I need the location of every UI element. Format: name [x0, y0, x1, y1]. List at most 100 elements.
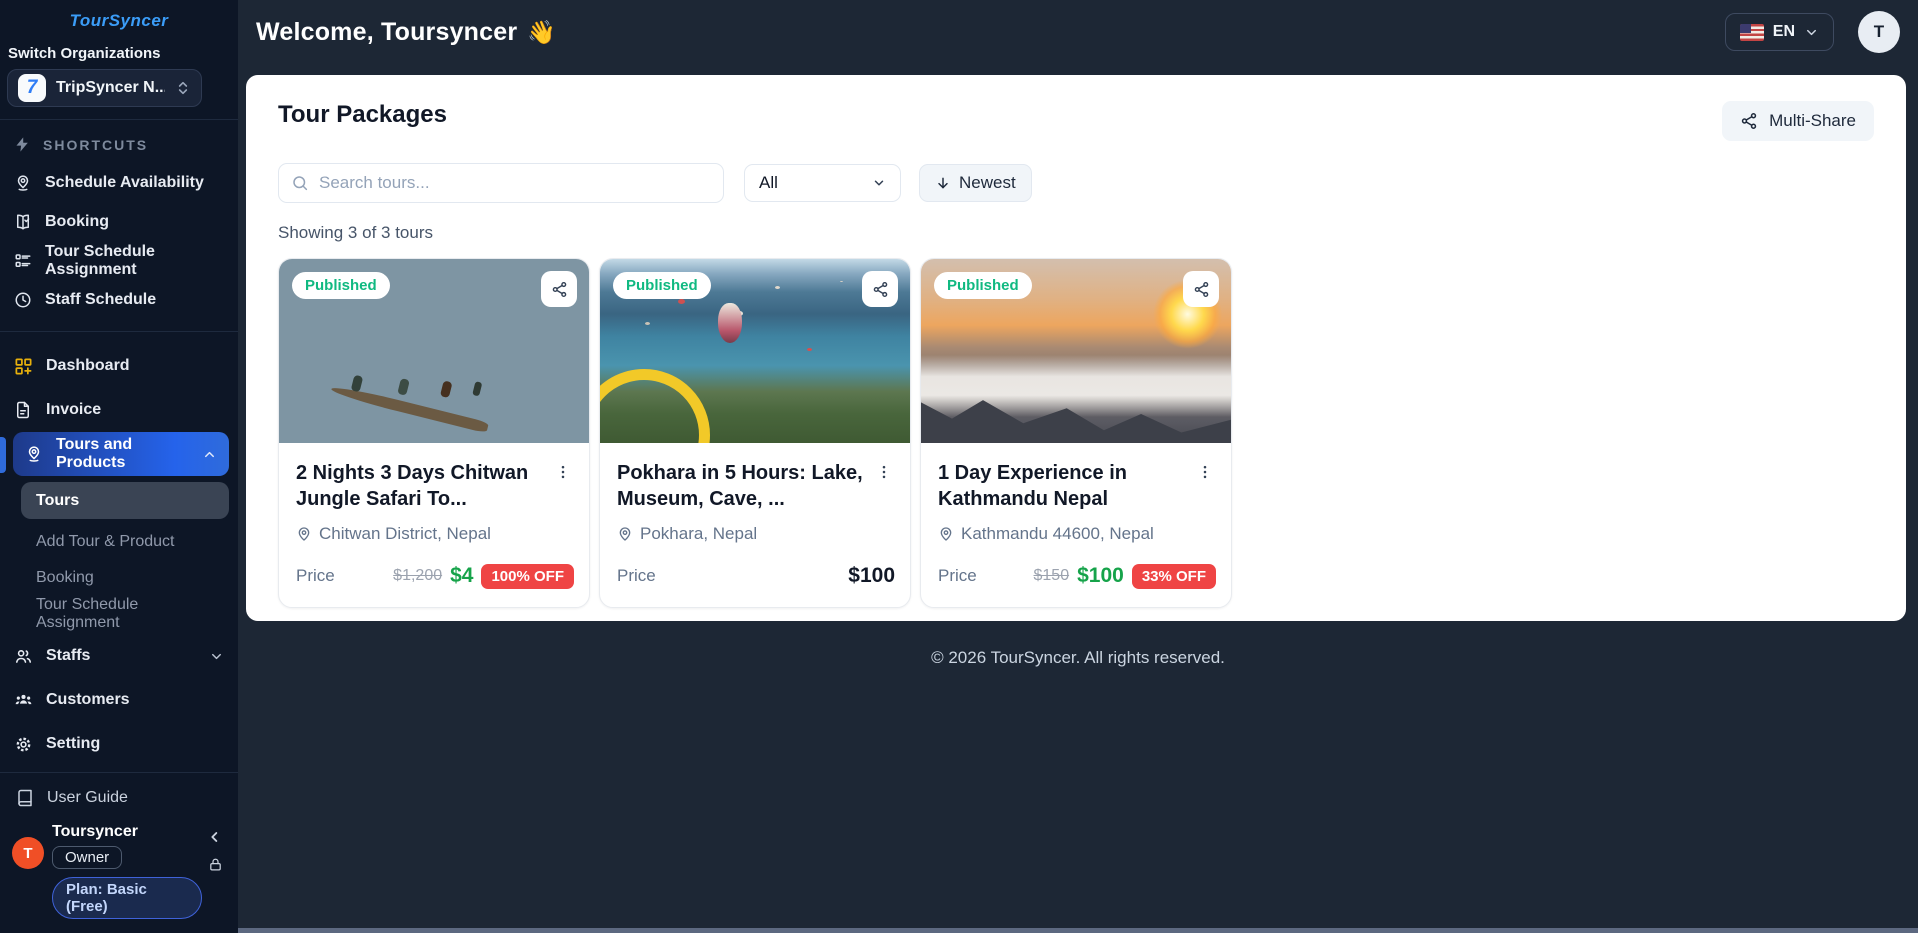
copyright-text: © 2026 TourSyncer. All rights reserved. [238, 648, 1918, 668]
price-label: Price [938, 566, 977, 586]
paraglider-shape [718, 303, 742, 343]
status-badge: Published [613, 272, 711, 299]
plan-badge: Plan: Basic (Free) [52, 877, 202, 919]
sidebar-subitem-booking[interactable]: Booking [21, 561, 229, 594]
tour-title: Pokhara in 5 Hours: Lake, Museum, Cave, … [617, 460, 865, 513]
book-icon [16, 789, 34, 807]
active-nav-indicator [0, 437, 6, 473]
clock-icon [14, 291, 32, 309]
sidebar-subitem-tour-schedule-assignment[interactable]: Tour Schedule Assignment [21, 597, 229, 630]
card-menu-button[interactable] [552, 460, 574, 484]
book-check-icon [14, 213, 32, 231]
tour-location: Chitwan District, Nepal [319, 524, 491, 544]
discount-badge: 100% OFF [481, 564, 574, 589]
language-selector[interactable]: EN [1725, 13, 1834, 51]
arrow-down-icon [935, 175, 951, 191]
sidebar-item-staffs[interactable]: Staffs [0, 634, 238, 678]
search-box [278, 163, 724, 203]
users-icon [14, 647, 33, 666]
lightning-icon [14, 136, 31, 153]
dashboard-grid-icon [14, 357, 33, 376]
profile-card: T Toursyncer Owner Plan: Basic (Free) [10, 821, 228, 919]
users-group-icon [14, 691, 33, 710]
profile-avatar: T [12, 837, 44, 869]
canoe-shape [330, 383, 489, 433]
tour-card[interactable]: Published 2 Nights 3 Days Chitwan Jungle… [278, 258, 590, 608]
collapse-sidebar-button[interactable] [207, 829, 223, 845]
sidebar-bottom-section: User Guide T Toursyncer Owner Plan: Basi… [0, 772, 238, 933]
profile-name: Toursyncer [52, 821, 202, 841]
main-area: Welcome, Toursyncer 👋 EN T Tour Packages… [238, 0, 1918, 933]
discount-badge: 33% OFF [1132, 564, 1216, 589]
card-image: Published [921, 259, 1231, 443]
tour-card-grid: Published 2 Nights 3 Days Chitwan Jungle… [278, 258, 1874, 608]
checklist-icon [14, 252, 32, 270]
sidebar-subitem-tours[interactable]: Tours [21, 482, 229, 519]
welcome-title: Welcome, Toursyncer [256, 18, 517, 47]
invoice-document-icon [14, 401, 33, 419]
sidebar-item-setting[interactable]: Setting [0, 722, 238, 766]
tour-packages-panel: Tour Packages Multi-Share All [246, 75, 1906, 621]
organization-selector[interactable]: 7 TripSyncer N... [7, 69, 202, 107]
app-logo: TourSyncer [0, 0, 238, 37]
price-label: Price [617, 566, 656, 586]
location-pin-icon [617, 526, 633, 542]
card-menu-button[interactable] [1194, 460, 1216, 484]
chevron-down-icon [872, 176, 886, 190]
sidebar-subitem-add-tour-product[interactable]: Add Tour & Product [21, 525, 229, 558]
search-input[interactable] [319, 173, 711, 193]
share-tour-button[interactable] [541, 271, 577, 307]
sidebar-item-dashboard[interactable]: Dashboard [0, 344, 238, 388]
location-pin-icon [938, 526, 954, 542]
status-badge: Published [292, 272, 390, 299]
results-summary: Showing 3 of 3 tours [278, 223, 1874, 243]
search-icon [291, 174, 309, 192]
user-guide-link[interactable]: User Guide [10, 783, 228, 817]
horizontal-scrollbar[interactable] [238, 928, 1918, 933]
chevron-up-icon [202, 447, 217, 462]
user-avatar[interactable]: T [1858, 11, 1900, 53]
current-price: $100 [848, 564, 895, 588]
current-price: $100 [1077, 564, 1124, 588]
category-filter-select[interactable]: All [744, 164, 901, 202]
tours-subnav: Tours Add Tour & Product Booking Tour Sc… [21, 482, 229, 630]
tour-card[interactable]: Published 1 Day Experience in Kathmandu … [920, 258, 1232, 608]
gear-icon [14, 735, 33, 754]
sidebar-item-tours-and-products[interactable]: Tours and Products [13, 432, 229, 476]
switch-organizations-label: Switch Organizations [0, 37, 238, 69]
language-code: EN [1773, 23, 1795, 41]
page-title: Tour Packages [278, 101, 447, 129]
status-badge: Published [934, 272, 1032, 299]
sort-newest-button[interactable]: Newest [919, 164, 1032, 202]
sidebar-item-schedule-availability[interactable]: Schedule Availability [0, 163, 238, 202]
sidebar-item-invoice[interactable]: Invoice [0, 388, 238, 432]
divider [0, 119, 238, 120]
original-price: $1,200 [393, 567, 442, 585]
lock-icon [208, 857, 223, 872]
sidebar: TourSyncer Switch Organizations 7 TripSy… [0, 0, 238, 933]
share-tour-button[interactable] [862, 271, 898, 307]
tour-card[interactable]: Published Pokhara in 5 Hours: Lake, Muse… [599, 258, 911, 608]
topbar: Welcome, Toursyncer 👋 EN T [238, 0, 1918, 64]
tour-title: 2 Nights 3 Days Chitwan Jungle Safari To… [296, 460, 544, 513]
chevron-down-icon [1804, 25, 1819, 40]
share-icon [1740, 112, 1758, 130]
us-flag-icon [1740, 24, 1764, 41]
chevron-down-icon [209, 649, 224, 664]
tour-location: Pokhara, Nepal [640, 524, 757, 544]
sidebar-item-booking-shortcut[interactable]: Booking [0, 202, 238, 241]
card-menu-button[interactable] [873, 460, 895, 484]
sidebar-item-staff-schedule[interactable]: Staff Schedule [0, 280, 238, 319]
organization-name: TripSyncer N... [56, 79, 165, 97]
tour-title: 1 Day Experience in Kathmandu Nepal [938, 460, 1186, 513]
sidebar-item-tour-schedule-assignment-shortcut[interactable]: Tour Schedule Assignment [0, 241, 238, 280]
card-image: Published [279, 259, 589, 443]
price-label: Price [296, 566, 335, 586]
location-pin-icon [296, 526, 312, 542]
organization-logo-icon: 7 [18, 74, 46, 102]
share-tour-button[interactable] [1183, 271, 1219, 307]
multi-share-button[interactable]: Multi-Share [1722, 101, 1874, 141]
sidebar-item-customers[interactable]: Customers [0, 678, 238, 722]
original-price: $150 [1034, 567, 1070, 585]
card-image: Published [600, 259, 910, 443]
